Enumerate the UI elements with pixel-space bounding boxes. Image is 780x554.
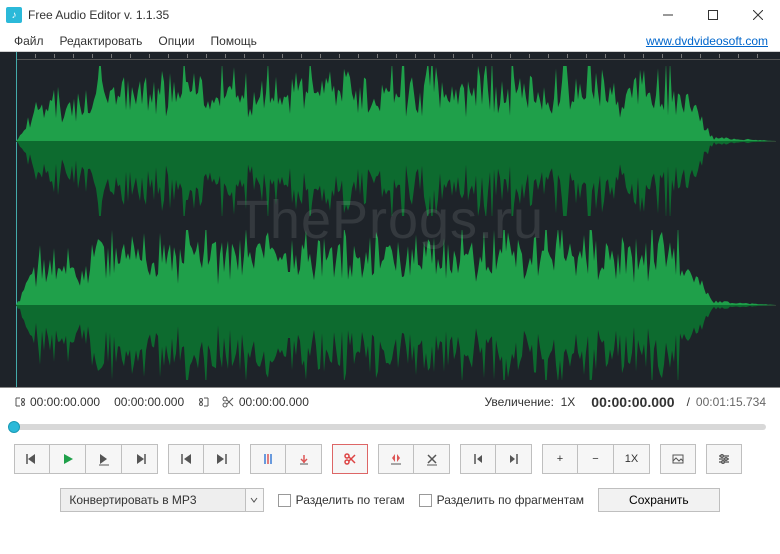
cut-button[interactable] — [332, 444, 368, 474]
zoom-group: + − 1X — [542, 444, 650, 474]
selection-start-time: 00:00:00.000 — [30, 395, 100, 409]
title-bar: Free Audio Editor v. 1.1.35 — [0, 0, 780, 30]
window-title: Free Audio Editor v. 1.1.35 — [28, 8, 645, 22]
toolbar: + − 1X — [0, 438, 780, 474]
split-by-tags-checkbox[interactable]: Разделить по тегам — [278, 493, 405, 507]
bottom-bar: Конвертировать в MP3 Разделить по тегам … — [0, 474, 780, 512]
selection-end-icon — [198, 396, 210, 408]
playback-group — [14, 444, 158, 474]
save-button[interactable]: Сохранить — [598, 488, 720, 512]
checkbox-box — [419, 494, 432, 507]
time-ruler — [16, 52, 780, 60]
seek-group — [460, 444, 532, 474]
total-time: 00:01:15.734 — [696, 395, 766, 409]
waveform-channel-left — [16, 66, 776, 216]
menu-file[interactable]: Файл — [6, 32, 52, 50]
menu-options[interactable]: Опции — [150, 32, 202, 50]
cut-group — [332, 444, 368, 474]
format-combo[interactable]: Конвертировать в MP3 — [60, 488, 263, 512]
menu-bar: Файл Редактировать Опции Помощь www.dvdv… — [0, 30, 780, 52]
waveform-area[interactable]: TheProgs.ru — [0, 52, 780, 388]
trim-outside-button[interactable] — [378, 444, 414, 474]
position-slider[interactable] — [14, 424, 766, 430]
marker-group — [250, 444, 322, 474]
app-icon — [6, 7, 22, 23]
time-info-row: 00:00:00.000 00:00:00.000 00:00:00.000 У… — [0, 388, 780, 416]
selection-start-icon — [14, 396, 26, 408]
scissors-icon — [221, 395, 235, 409]
menu-help[interactable]: Помощь — [203, 32, 265, 50]
split-by-fragments-checkbox[interactable]: Разделить по фрагментам — [419, 493, 584, 507]
position-slider-row — [0, 416, 780, 438]
prev-marker-button[interactable] — [460, 444, 496, 474]
image-view-button[interactable] — [660, 444, 696, 474]
settings-group — [706, 444, 742, 474]
chevron-down-icon — [245, 489, 263, 511]
delete-selection-button[interactable] — [414, 444, 450, 474]
play-selection-button[interactable] — [86, 444, 122, 474]
format-combo-value: Конвертировать в MP3 — [61, 493, 244, 507]
minimize-button[interactable] — [645, 0, 690, 30]
position-time: 00:00:00.000 — [591, 394, 674, 410]
go-end-button[interactable] — [204, 444, 240, 474]
skip-forward-button[interactable] — [122, 444, 158, 474]
menu-edit[interactable]: Редактировать — [52, 32, 151, 50]
go-start-button[interactable] — [168, 444, 204, 474]
close-button[interactable] — [735, 0, 780, 30]
zoom-reset-button[interactable]: 1X — [614, 444, 650, 474]
checkbox-box — [278, 494, 291, 507]
play-button[interactable] — [50, 444, 86, 474]
cut-time: 00:00:00.000 — [239, 395, 309, 409]
trim-group — [378, 444, 450, 474]
window-controls — [645, 0, 780, 30]
insert-marker-button[interactable] — [286, 444, 322, 474]
website-link[interactable]: www.dvdvideosoft.com — [646, 34, 768, 48]
split-by-tags-label: Разделить по тегам — [296, 493, 405, 507]
waveform-channel-right — [16, 230, 776, 380]
zoom-label: Увеличение: 1X — [484, 395, 575, 409]
next-marker-button[interactable] — [496, 444, 532, 474]
position-slider-thumb[interactable] — [8, 421, 20, 433]
maximize-button[interactable] — [690, 0, 735, 30]
set-markers-button[interactable] — [250, 444, 286, 474]
skip-back-button[interactable] — [14, 444, 50, 474]
view-group — [660, 444, 696, 474]
settings-button[interactable] — [706, 444, 742, 474]
nav-group — [168, 444, 240, 474]
zoom-out-button[interactable]: − — [578, 444, 614, 474]
selection-end-time: 00:00:00.000 — [114, 395, 184, 409]
time-separator: / — [687, 395, 690, 409]
split-by-fragments-label: Разделить по фрагментам — [437, 493, 584, 507]
zoom-in-button[interactable]: + — [542, 444, 578, 474]
